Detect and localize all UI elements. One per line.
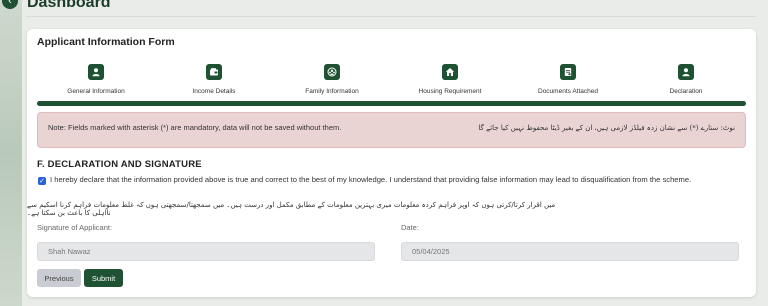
section-title: F. DECLARATION AND SIGNATURE [37,159,202,170]
declaration-text-en: I hereby declare that the information pr… [50,175,692,184]
declaration-checkbox[interactable]: ✓ [38,177,46,185]
family-icon [324,64,340,80]
step-label: Housing Requirement [418,88,482,95]
step-label: Family Information [305,88,359,95]
step-label: Declaration [669,88,703,95]
step-family-information[interactable]: Family Information [273,64,391,96]
note-text-en: Note: Fields marked with asterisk (*) ar… [48,123,342,132]
step-general-information[interactable]: General Information [37,64,155,96]
signature-label: Signature of Applicant: [37,223,113,232]
signature-field[interactable]: Shah Nawaz [37,242,375,261]
wallet-icon [206,64,222,80]
date-field[interactable]: 05/04/2025 [401,242,739,261]
declaration-text-ur: میں اقرار کرتا/کرتی ہوں کہ اوپر فراہم کر… [27,201,556,217]
document-icon [560,64,576,80]
step-label: Documents Attached [538,88,598,95]
sidebar-strip [0,0,22,306]
header-divider [26,16,756,17]
step-label: General Information [67,88,125,95]
stepper: General Information Income Details Famil… [37,64,745,96]
step-declaration[interactable]: Declaration [627,64,745,96]
user-icon [88,64,104,80]
submit-button[interactable]: Submit [84,269,123,287]
progress-bar [37,101,746,106]
step-income-details[interactable]: Income Details [155,64,273,96]
date-label: Date: [401,223,419,232]
step-label: Income Details [192,88,236,95]
form-card: Applicant Information Form General Infor… [27,29,756,297]
step-housing-requirement[interactable]: Housing Requirement [391,64,509,96]
step-documents-attached[interactable]: Documents Attached [509,64,627,96]
mandatory-note: Note: Fields marked with asterisk (*) ar… [37,112,746,148]
note-text-ur: نوٹ: ستارے (*) سے نشان زدہ فیلڈز لازمی ہ… [478,124,735,132]
user-icon [678,64,694,80]
previous-button[interactable]: Previous [37,269,81,287]
home-icon [442,64,458,80]
form-title: Applicant Information Form [37,36,175,48]
page-title: Dashboard [27,0,111,11]
